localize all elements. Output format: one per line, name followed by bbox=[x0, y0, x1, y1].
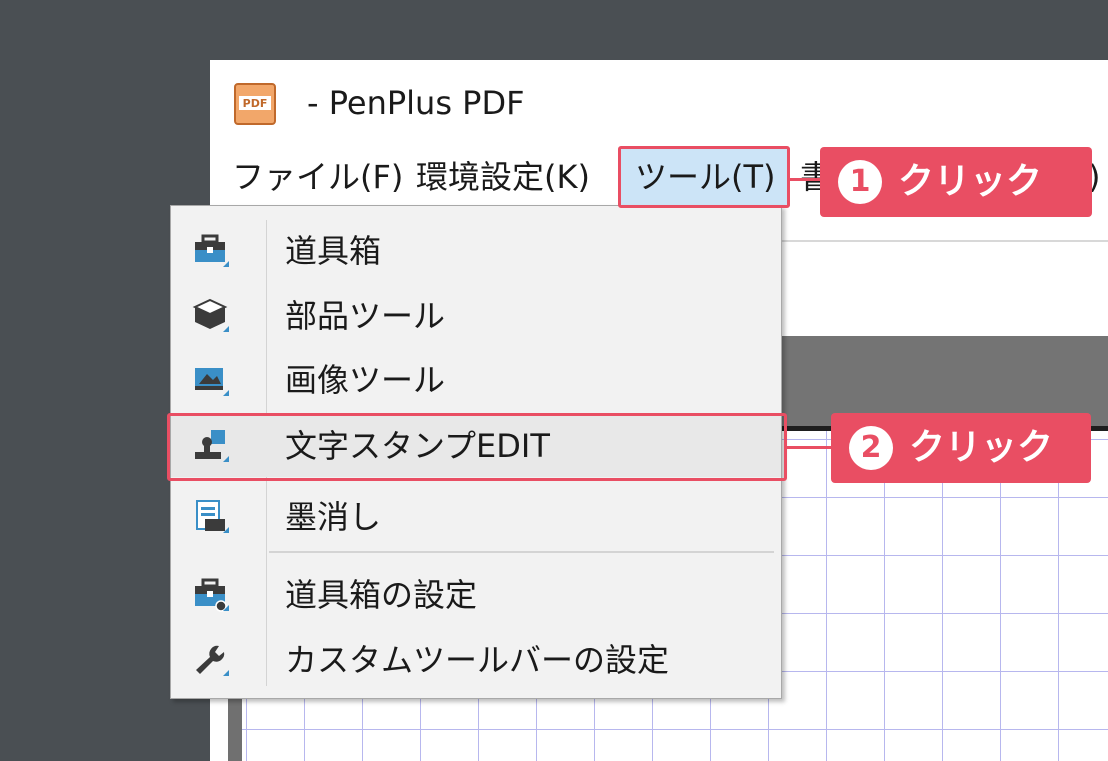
parts-box-icon bbox=[192, 298, 229, 332]
menu-item-redact[interactable]: 墨消し bbox=[171, 486, 781, 548]
toolbar-divider bbox=[770, 240, 1108, 242]
menu-item-label: 部品ツール bbox=[285, 297, 446, 335]
redact-icon bbox=[196, 500, 229, 533]
callout-2-number: 2 bbox=[849, 426, 893, 470]
callout-1-connector bbox=[790, 178, 820, 181]
text-stamp-highlight bbox=[167, 413, 787, 481]
menu-item-toolbox-settings[interactable]: 道具箱の設定 bbox=[171, 564, 781, 626]
menu-file[interactable]: ファイル(F) bbox=[232, 148, 403, 206]
toolbox-icon bbox=[195, 234, 229, 267]
menu-item-parts-tool[interactable]: 部品ツール bbox=[171, 285, 781, 347]
menu-item-label: 道具箱 bbox=[285, 232, 382, 270]
menu-settings[interactable]: 環境設定(K) bbox=[416, 148, 590, 206]
menu-item-toolbox[interactable]: 道具箱 bbox=[171, 220, 781, 282]
menu-item-label: カスタムツールバーの設定 bbox=[285, 641, 670, 679]
menu-item-custom-toolbar-settings[interactable]: カスタムツールバーの設定 bbox=[171, 629, 781, 691]
callout-1-number: 1 bbox=[838, 160, 882, 204]
menu-item-label: 道具箱の設定 bbox=[285, 576, 478, 614]
menu-item-image-tool[interactable]: 画像ツール bbox=[171, 349, 781, 411]
menu-item-label: 画像ツール bbox=[285, 361, 446, 399]
app-icon-label: PDF bbox=[243, 97, 268, 110]
pdf-app-icon: PDF bbox=[234, 83, 276, 125]
image-tool-icon bbox=[195, 368, 229, 396]
menu-separator bbox=[269, 551, 774, 553]
callout-1-text: クリック bbox=[898, 161, 1043, 202]
callout-2-connector bbox=[787, 446, 831, 449]
title-bar: PDF - PenPlus PDF bbox=[210, 60, 1108, 146]
menu-item-label: 墨消し bbox=[285, 498, 382, 536]
wrench-icon bbox=[196, 645, 229, 676]
callout-2-text: クリック bbox=[909, 427, 1054, 468]
tools-menu-highlight bbox=[618, 146, 790, 208]
toolbox-settings-icon bbox=[195, 578, 229, 612]
window-title: - PenPlus PDF bbox=[307, 84, 525, 122]
callout-1: 1 クリック bbox=[820, 147, 1092, 217]
callout-2: 2 クリック bbox=[831, 413, 1091, 483]
